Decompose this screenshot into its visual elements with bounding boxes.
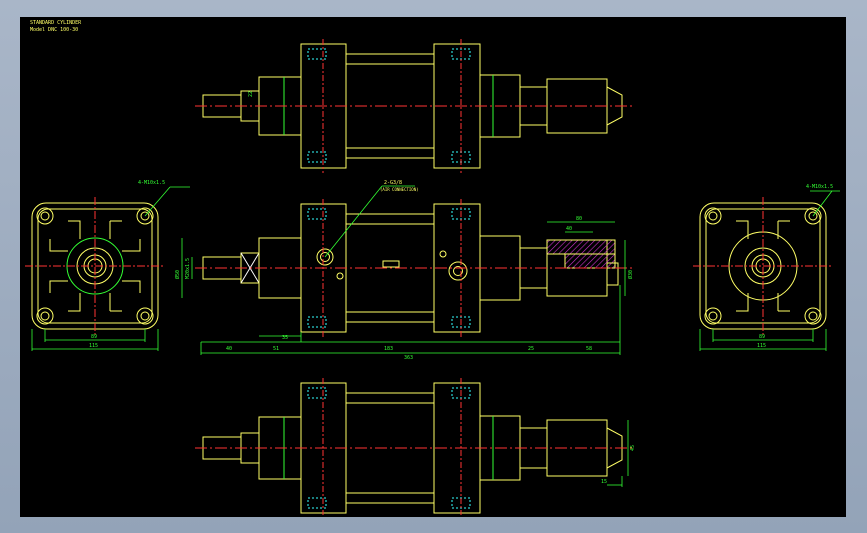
dim-top-small: 22 xyxy=(248,91,254,97)
dim-40b: 40 xyxy=(566,226,572,232)
dim-363: 363 xyxy=(404,355,413,361)
dim-183: 183 xyxy=(384,346,393,352)
drawing-canvas: STANDARD CYLINDER Model DNC 100-30 22 40… xyxy=(20,17,846,517)
dim-25: 25 xyxy=(528,346,534,352)
dim-right-outer: 115 xyxy=(757,343,766,349)
dim-thread: M20x1.5 xyxy=(185,258,191,279)
dim-right-inner: 89 xyxy=(759,334,765,340)
cad-drawing: 22 40 51 35 183 363 25 58 80 40 Ø50 M20x… xyxy=(25,39,840,515)
dim-dia50: Ø50 xyxy=(174,270,181,279)
dim-15: 15 xyxy=(601,479,607,485)
dim-left-inner: 89 xyxy=(91,334,97,340)
dim-dia-rod: Ø30 xyxy=(627,270,634,279)
left-bolt-note: 4-M10x1.5 xyxy=(138,180,165,186)
dim-35: 35 xyxy=(282,335,288,341)
left-end-view xyxy=(25,186,190,351)
dim-58: 58 xyxy=(586,346,592,352)
dim-left-outer: 115 xyxy=(89,343,98,349)
right-end-view xyxy=(693,190,840,351)
bottom-view xyxy=(195,378,632,515)
middle-view xyxy=(195,199,632,337)
dim-45: 45 xyxy=(630,445,636,451)
port-subnote: (AIR CONNECTION) xyxy=(380,187,419,192)
right-bolt-note: 4-M10x1.5 xyxy=(806,184,833,190)
dim-40: 40 xyxy=(226,346,232,352)
top-view xyxy=(195,39,632,173)
dim-80: 80 xyxy=(576,216,582,222)
dim-51: 51 xyxy=(273,346,279,352)
port-note: 2-G3/8 xyxy=(384,180,402,186)
